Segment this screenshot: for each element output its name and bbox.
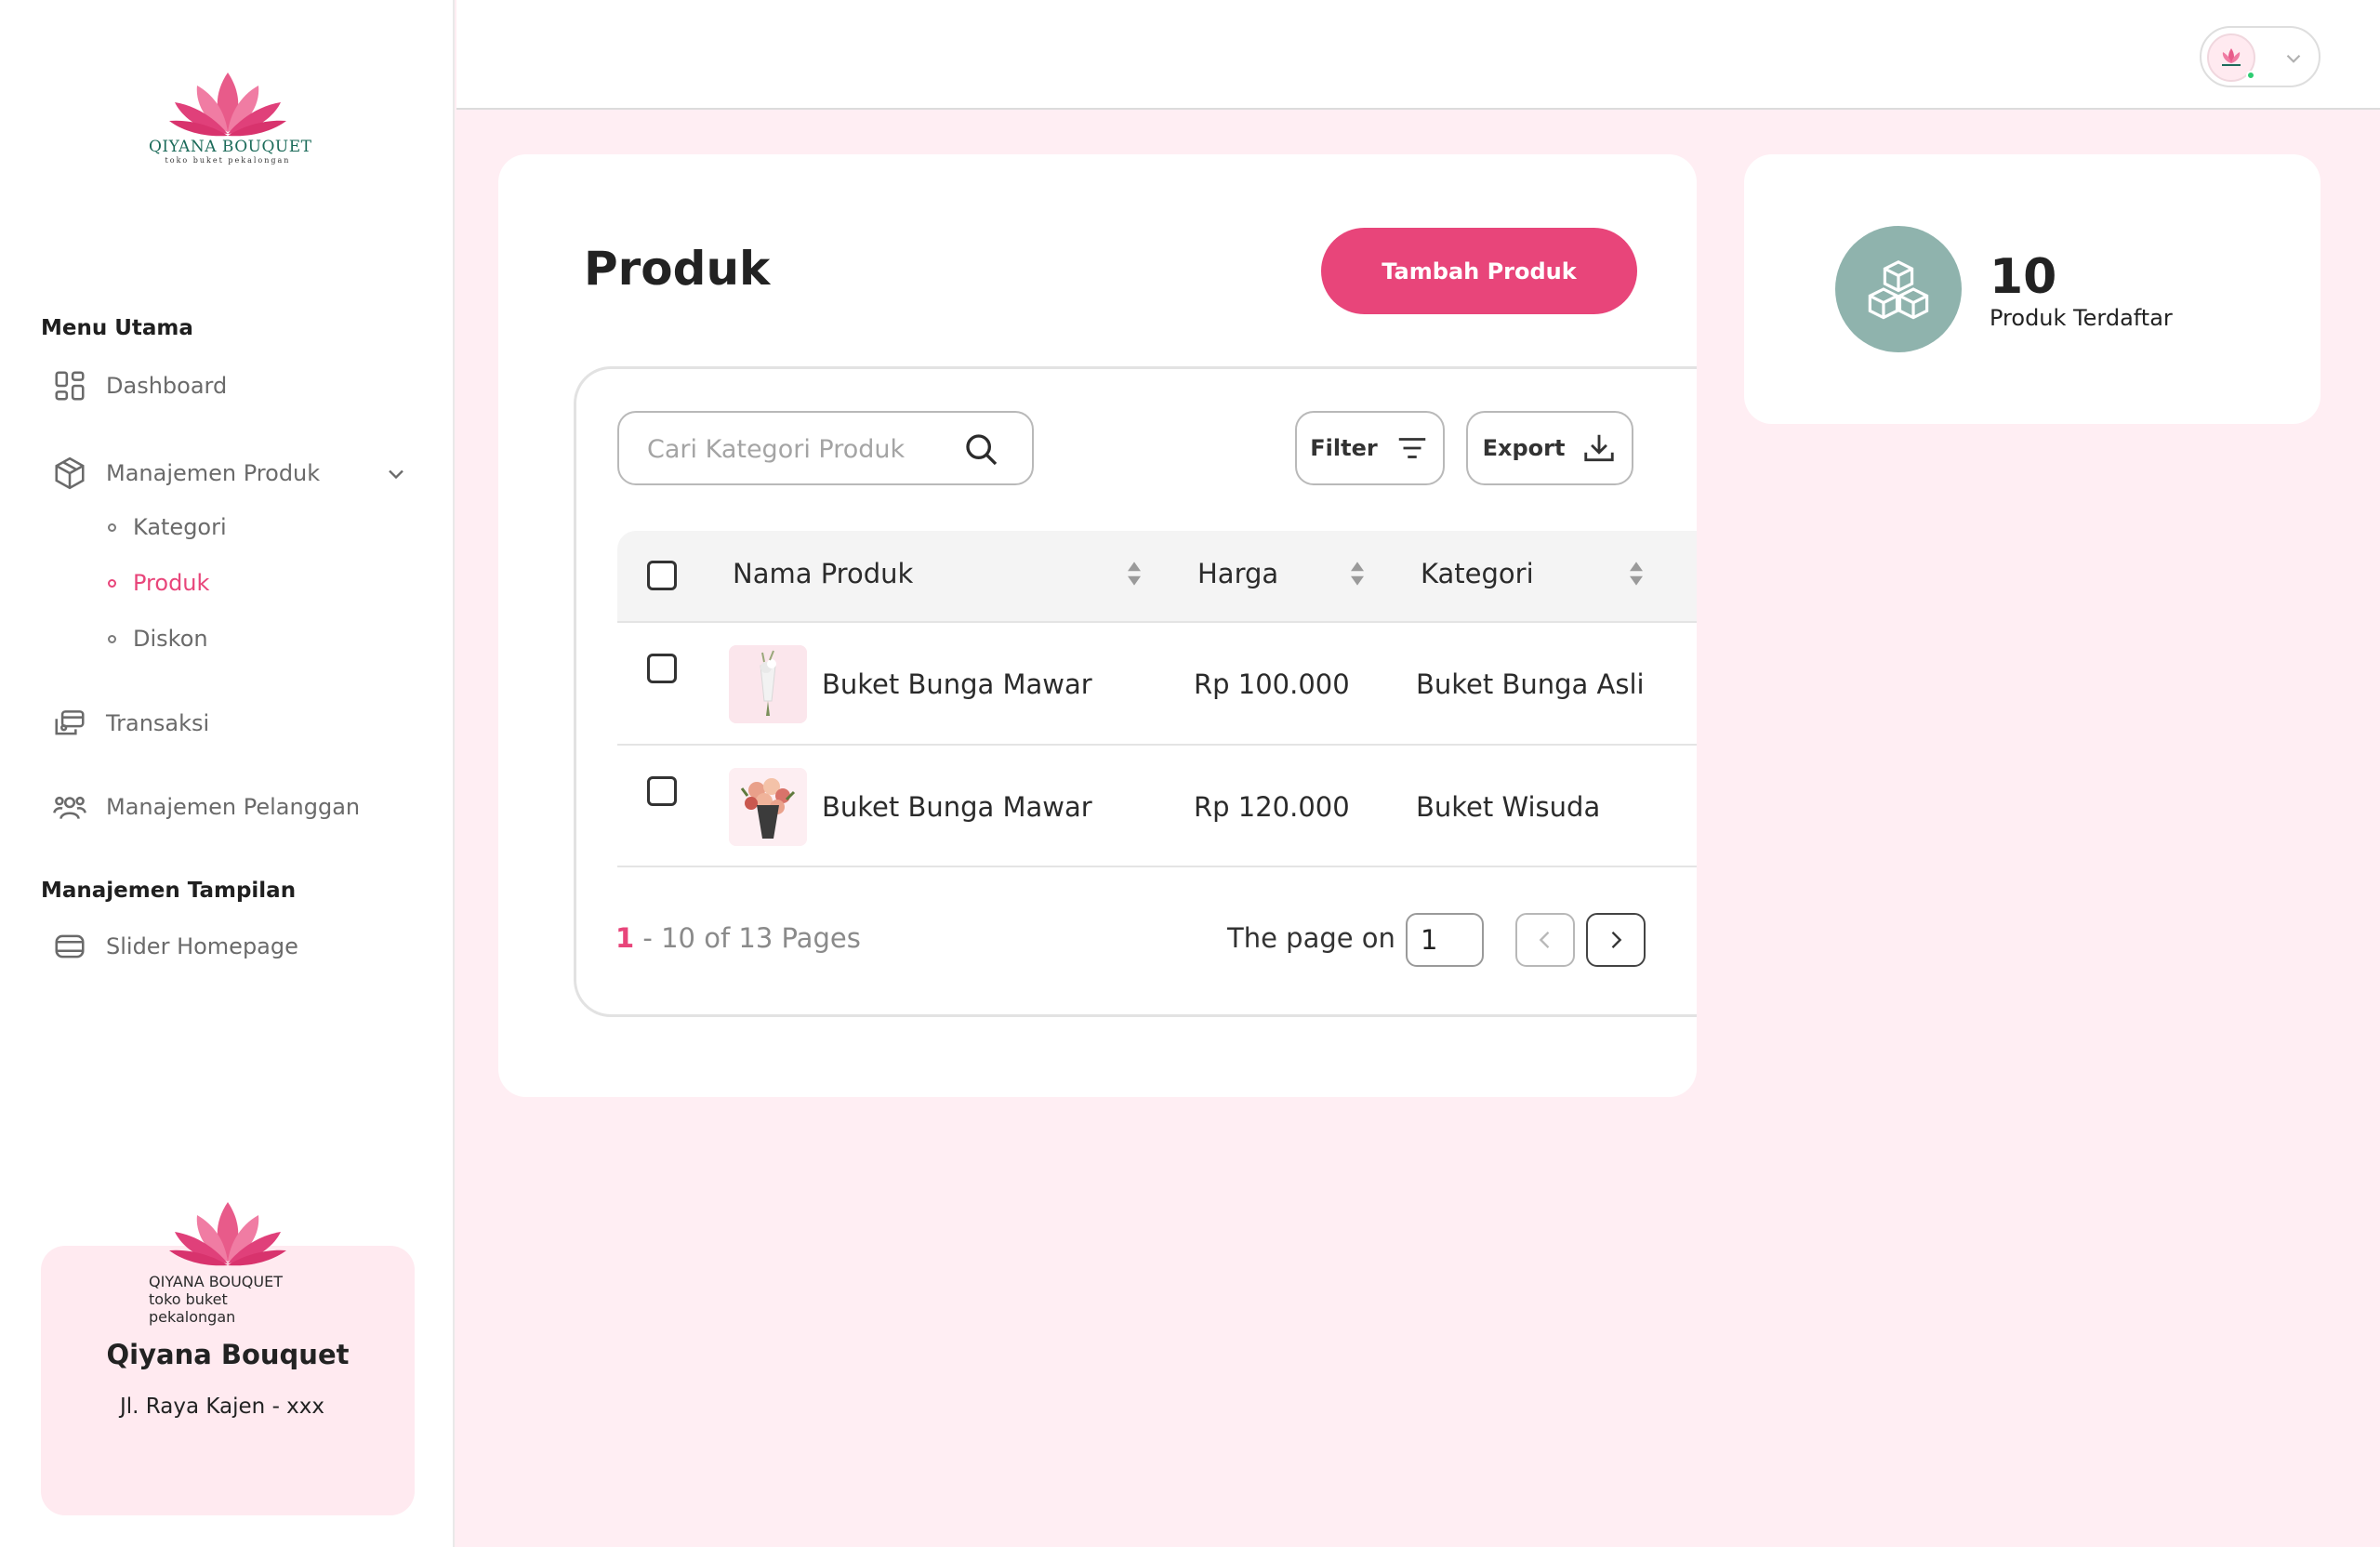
product-thumbnail[interactable] xyxy=(729,768,807,846)
dashboard-icon xyxy=(55,371,85,401)
sidebar-item-dashboard[interactable]: Dashboard xyxy=(52,368,227,403)
box-icon xyxy=(55,456,85,490)
product-count: 10 xyxy=(1990,249,2057,305)
divider xyxy=(617,744,1697,746)
sort-icon[interactable] xyxy=(1628,561,1645,587)
divider xyxy=(617,621,1697,623)
next-page-button[interactable] xyxy=(1586,913,1646,967)
users-icon xyxy=(53,796,86,820)
topbar xyxy=(456,0,2380,110)
sidebar-item-transactions[interactable]: Transaksi xyxy=(52,706,209,741)
brand-name: QIYANA BOUQUET xyxy=(149,1273,283,1290)
filter-label: Filter xyxy=(1310,435,1378,461)
section-title-display: Manajemen Tampilan xyxy=(41,879,297,903)
slider-icon xyxy=(55,934,85,959)
lotus-logo-icon xyxy=(169,73,286,137)
boxes-icon xyxy=(1868,260,1929,320)
chevron-down-icon xyxy=(2286,54,2301,63)
bullet-icon xyxy=(108,522,116,532)
chevron-left-icon xyxy=(1539,932,1550,948)
sidebar-subitem-label: Diskon xyxy=(133,626,208,652)
sidebar-item-product-management[interactable]: Manajemen Produk xyxy=(52,456,320,491)
bouquet-image-icon xyxy=(729,645,807,723)
bullet-icon xyxy=(108,634,116,643)
sidebar-subitem-kategori[interactable]: Kategori xyxy=(108,514,227,540)
brand-tagline: toko buket pekalongan xyxy=(165,156,291,165)
sidebar-item-label: Manajemen Pelanggan xyxy=(106,794,361,820)
sidebar-item-label: Slider Homepage xyxy=(106,933,298,959)
pagination-range-text: - 10 of 13 Pages xyxy=(634,922,861,954)
brand-tagline: toko buket pekalongan xyxy=(149,1290,236,1326)
product-category: Buket Wisuda xyxy=(1416,791,1601,823)
column-header-price: Harga xyxy=(1197,558,1279,589)
sidebar-subitem-produk[interactable]: Produk xyxy=(108,570,209,596)
page-number-input[interactable] xyxy=(1406,913,1484,967)
brand-logo[interactable]: QIYANA BOUQUET toko buket pekalongan xyxy=(149,65,312,169)
store-name: Qiyana Bouquet xyxy=(106,1339,350,1370)
product-thumbnail[interactable] xyxy=(729,645,807,723)
export-button[interactable]: Export xyxy=(1466,411,1633,485)
online-status-indicator xyxy=(2246,71,2255,80)
sidebar-item-label: Transaksi xyxy=(106,710,210,736)
sidebar-item-label: Dashboard xyxy=(106,373,228,399)
sidebar-item-label: Manajemen Produk xyxy=(106,460,321,486)
product-price: Rp 100.000 xyxy=(1194,668,1350,700)
store-address: Jl. Raya Kajen - xxx xyxy=(119,1395,325,1419)
sort-icon[interactable] xyxy=(1126,561,1143,587)
chevron-right-icon xyxy=(1611,932,1622,948)
brand-name: QIYANA BOUQUET xyxy=(149,138,312,156)
column-header-category: Kategori xyxy=(1421,558,1534,589)
current-page-number: 1 xyxy=(615,922,635,954)
sidebar-subitem-label: Produk xyxy=(133,570,210,596)
sidebar-subitem-label: Kategori xyxy=(133,514,227,540)
store-logo: QIYANA BOUQUET toko buket pekalongan xyxy=(149,1195,307,1326)
add-product-button[interactable]: Tambah Produk xyxy=(1321,228,1637,314)
search-input[interactable] xyxy=(647,428,954,470)
bouquet-image-icon xyxy=(729,768,807,846)
sidebar-item-customers[interactable]: Manajemen Pelanggan xyxy=(52,789,360,825)
download-icon xyxy=(1584,434,1615,462)
section-title-main: Menu Utama xyxy=(41,316,193,340)
pagination-summary: 1 - 10 of 13 Pages xyxy=(615,922,861,954)
export-label: Export xyxy=(1482,435,1566,461)
lotus-logo-icon xyxy=(169,1202,286,1266)
column-header-name: Nama Produk xyxy=(733,558,914,589)
select-all-checkbox[interactable] xyxy=(647,561,677,590)
divider xyxy=(617,866,1697,867)
row-checkbox[interactable] xyxy=(647,776,677,806)
page-title: Produk xyxy=(584,242,771,296)
stat-icon-circle xyxy=(1835,226,1962,352)
profile-menu-button[interactable] xyxy=(2200,26,2320,87)
product-name: Buket Bunga Mawar xyxy=(822,668,1092,700)
search-box xyxy=(617,411,1034,485)
page-on-label: The page on xyxy=(1227,922,1395,954)
sidebar: QIYANA BOUQUET toko buket pekalongan Men… xyxy=(0,0,455,1547)
chevron-down-icon[interactable] xyxy=(383,461,409,487)
previous-page-button[interactable] xyxy=(1515,913,1575,967)
product-count-label: Produk Terdaftar xyxy=(1990,305,2173,331)
filter-icon xyxy=(1398,438,1425,458)
sidebar-subitem-diskon[interactable]: Diskon xyxy=(108,626,208,652)
product-price: Rp 120.000 xyxy=(1194,791,1350,823)
filter-button[interactable]: Filter xyxy=(1295,411,1445,485)
sidebar-item-slider[interactable]: Slider Homepage xyxy=(52,929,298,964)
product-category: Buket Bunga Asli xyxy=(1416,668,1645,700)
bullet-icon xyxy=(108,578,116,588)
search-icon[interactable] xyxy=(963,431,1000,469)
sort-icon[interactable] xyxy=(1349,561,1366,587)
transaction-icon xyxy=(55,710,85,735)
product-name: Buket Bunga Mawar xyxy=(822,791,1092,823)
row-checkbox[interactable] xyxy=(647,654,677,683)
